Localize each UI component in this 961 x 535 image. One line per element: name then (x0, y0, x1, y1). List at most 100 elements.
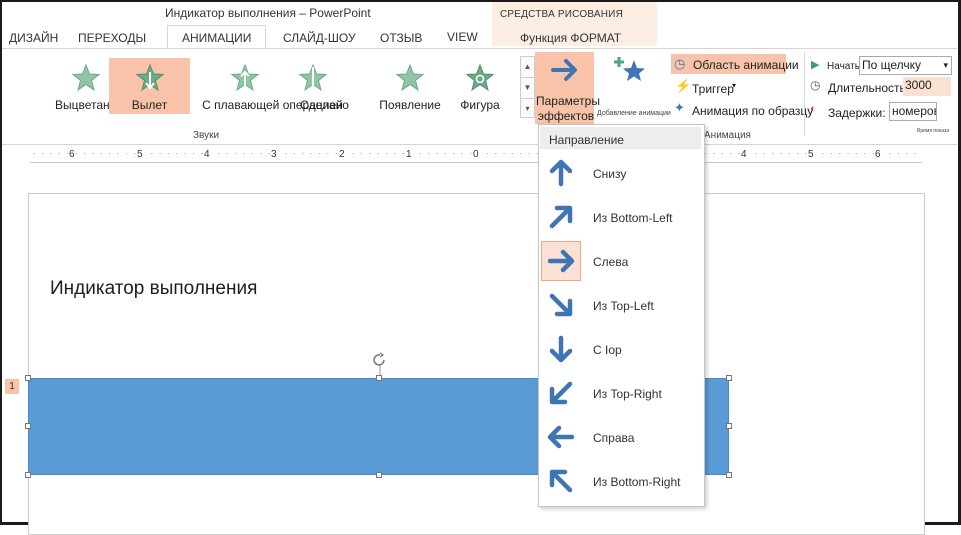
gallery-scroll-down-icon[interactable]: ▼ (521, 78, 534, 99)
ruler-label: 4 (203, 149, 211, 160)
arrow-right-icon (551, 59, 577, 81)
start-dropdown[interactable]: По щелчку ▾ (859, 56, 952, 75)
delay-label: Задержки: (828, 106, 886, 120)
direction-item-from-bottom[interactable]: Снизу (540, 153, 701, 193)
group-label-animation: Звуки (193, 130, 220, 141)
slide-title[interactable]: Индикатор выполнения (50, 278, 257, 300)
direction-item-label: Из Bottom-Right (593, 475, 681, 489)
resize-handle[interactable] (726, 472, 732, 478)
direction-item-label: Слева (593, 255, 629, 269)
group-label-advanced-animation: Анимация (704, 130, 751, 141)
arrow-down-right-icon (541, 285, 581, 325)
star-split-icon (298, 64, 327, 92)
direction-item-label: Справа (593, 431, 635, 445)
direction-item-from-top-left[interactable]: Из Top-Left (540, 285, 701, 325)
tab-review[interactable]: ОТЗЫВ (380, 31, 422, 45)
arrow-down-icon (541, 329, 581, 369)
resize-handle[interactable] (376, 472, 382, 478)
gallery-item-appear[interactable]: Появление (375, 58, 445, 114)
animation-painter-button[interactable]: ✦ Анимация по образцу (673, 100, 813, 120)
tab-slide-show[interactable]: СЛАЙД-ШОУ (283, 31, 356, 45)
direction-item-label: Из Top-Left (593, 299, 654, 313)
tab-transitions[interactable]: ПЕРЕХОДЫ (78, 31, 146, 45)
resize-handle[interactable] (25, 472, 31, 478)
effect-options-label: Параметры эффектов (536, 94, 600, 123)
ruler-label: 4 (740, 149, 748, 160)
gallery-item-fly-in[interactable]: Вылет (109, 58, 190, 114)
group-label-timing: Время показа (917, 128, 950, 134)
ribbon-separator (804, 52, 805, 136)
drawing-tools-label: СРЕДСТВА РИСОВАНИЯ (500, 9, 623, 20)
resize-handle[interactable] (376, 375, 382, 381)
gallery-item-fade[interactable]: Выцветание (55, 58, 124, 114)
delay-icon: ◐ (810, 103, 817, 115)
gallery-scroll[interactable]: ▲ ▼ ▾ (520, 56, 535, 118)
ruler-label: 3 (270, 149, 278, 160)
resize-handle[interactable] (726, 375, 732, 381)
delay-input[interactable]: номеров (889, 102, 937, 121)
arrow-up-icon (541, 153, 581, 193)
arrow-left-icon (541, 417, 581, 457)
animation-pane-icon: ◷ (674, 56, 686, 71)
ruler-label: 5 (807, 149, 815, 160)
direction-item-from-left[interactable]: Слева (540, 241, 701, 281)
tab-animations[interactable]: АНИМАЦИИ (167, 25, 267, 48)
direction-item-from-top[interactable]: С Iop (540, 329, 701, 369)
arrow-right-icon (541, 241, 581, 281)
animation-painter-icon: ✦ (674, 100, 685, 115)
gallery-item-shape[interactable]: Фигура (450, 58, 510, 114)
title-bar (2, 2, 957, 24)
add-animation-button[interactable] (610, 54, 660, 114)
star-shape-icon (466, 64, 494, 92)
slide-canvas[interactable] (28, 193, 925, 535)
tab-view[interactable]: VIEW (447, 30, 478, 44)
resize-handle[interactable] (25, 423, 31, 429)
star-appear-icon (396, 64, 424, 92)
animation-pane-button[interactable]: ◷ Область анимации (671, 54, 799, 74)
direction-item-label: С Iop (593, 343, 622, 357)
gallery-more-icon[interactable]: ▾ (521, 99, 534, 119)
add-animation-label: Добавление анимации (597, 110, 671, 117)
duration-input[interactable]: 3000 (903, 77, 951, 96)
duration-label: Длительность: (828, 81, 910, 95)
direction-item-from-bottom-right[interactable]: Из Bottom-Right (540, 461, 701, 501)
ruler-label: 5 (136, 149, 144, 160)
ruler-label: 2 (338, 149, 346, 160)
start-label: Начать: (827, 61, 863, 72)
animation-order-tag[interactable]: 1 (5, 379, 19, 394)
add-animation-star-icon (614, 57, 645, 81)
star-float-icon (231, 64, 259, 92)
ruler-label: 6 (68, 149, 76, 160)
trigger-lightning-icon: ⚡ (675, 78, 692, 93)
gallery-item-split[interactable] (290, 58, 335, 114)
direction-item-label: Из Bottom-Left (593, 211, 673, 225)
gallery-item-label: Появление (379, 98, 441, 112)
ruler-label: 1 (405, 149, 413, 160)
direction-item-from-right[interactable]: Справа (540, 417, 701, 457)
resize-handle[interactable] (25, 375, 31, 381)
arrow-up-right-icon (541, 197, 581, 237)
direction-item-from-top-right[interactable]: Из Top-Right (540, 373, 701, 413)
arrow-down-left-icon (541, 373, 581, 413)
trigger-button[interactable]: ⚡ Триггер ▾ (673, 78, 743, 96)
ruler-label: 0 (472, 149, 480, 160)
gallery-item-label: Вылет (131, 98, 168, 112)
menu-section-title: Направление (549, 133, 624, 147)
direction-item-from-bottom-left[interactable]: Из Bottom-Left (540, 197, 701, 237)
tab-format[interactable]: Функция ФОРМАТ (520, 31, 621, 45)
gallery-scroll-up-icon[interactable]: ▲ (521, 57, 534, 78)
chevron-down-icon: ▾ (943, 60, 948, 70)
arrow-up-left-icon (541, 461, 581, 501)
window-title: Индикатор выполнения – PowerPoint (165, 6, 371, 20)
horizontal-ruler[interactable]: 6 5 4 3 2 1 0 1 2 3 4 5 6 (30, 146, 922, 163)
gallery-item-label: Фигура (460, 98, 500, 112)
star-fade-icon (72, 64, 100, 92)
play-start-icon: ▶ (811, 59, 820, 71)
tab-design[interactable]: ДИЗАЙН (9, 31, 58, 45)
direction-item-label: Из Top-Right (593, 387, 662, 401)
trigger-dropdown-icon: ▾ (732, 81, 737, 90)
gallery-item-label: Выцветание (55, 98, 124, 112)
ruler-label: 6 (874, 149, 882, 160)
clock-icon: ◷ (810, 78, 821, 92)
resize-handle[interactable] (726, 423, 732, 429)
